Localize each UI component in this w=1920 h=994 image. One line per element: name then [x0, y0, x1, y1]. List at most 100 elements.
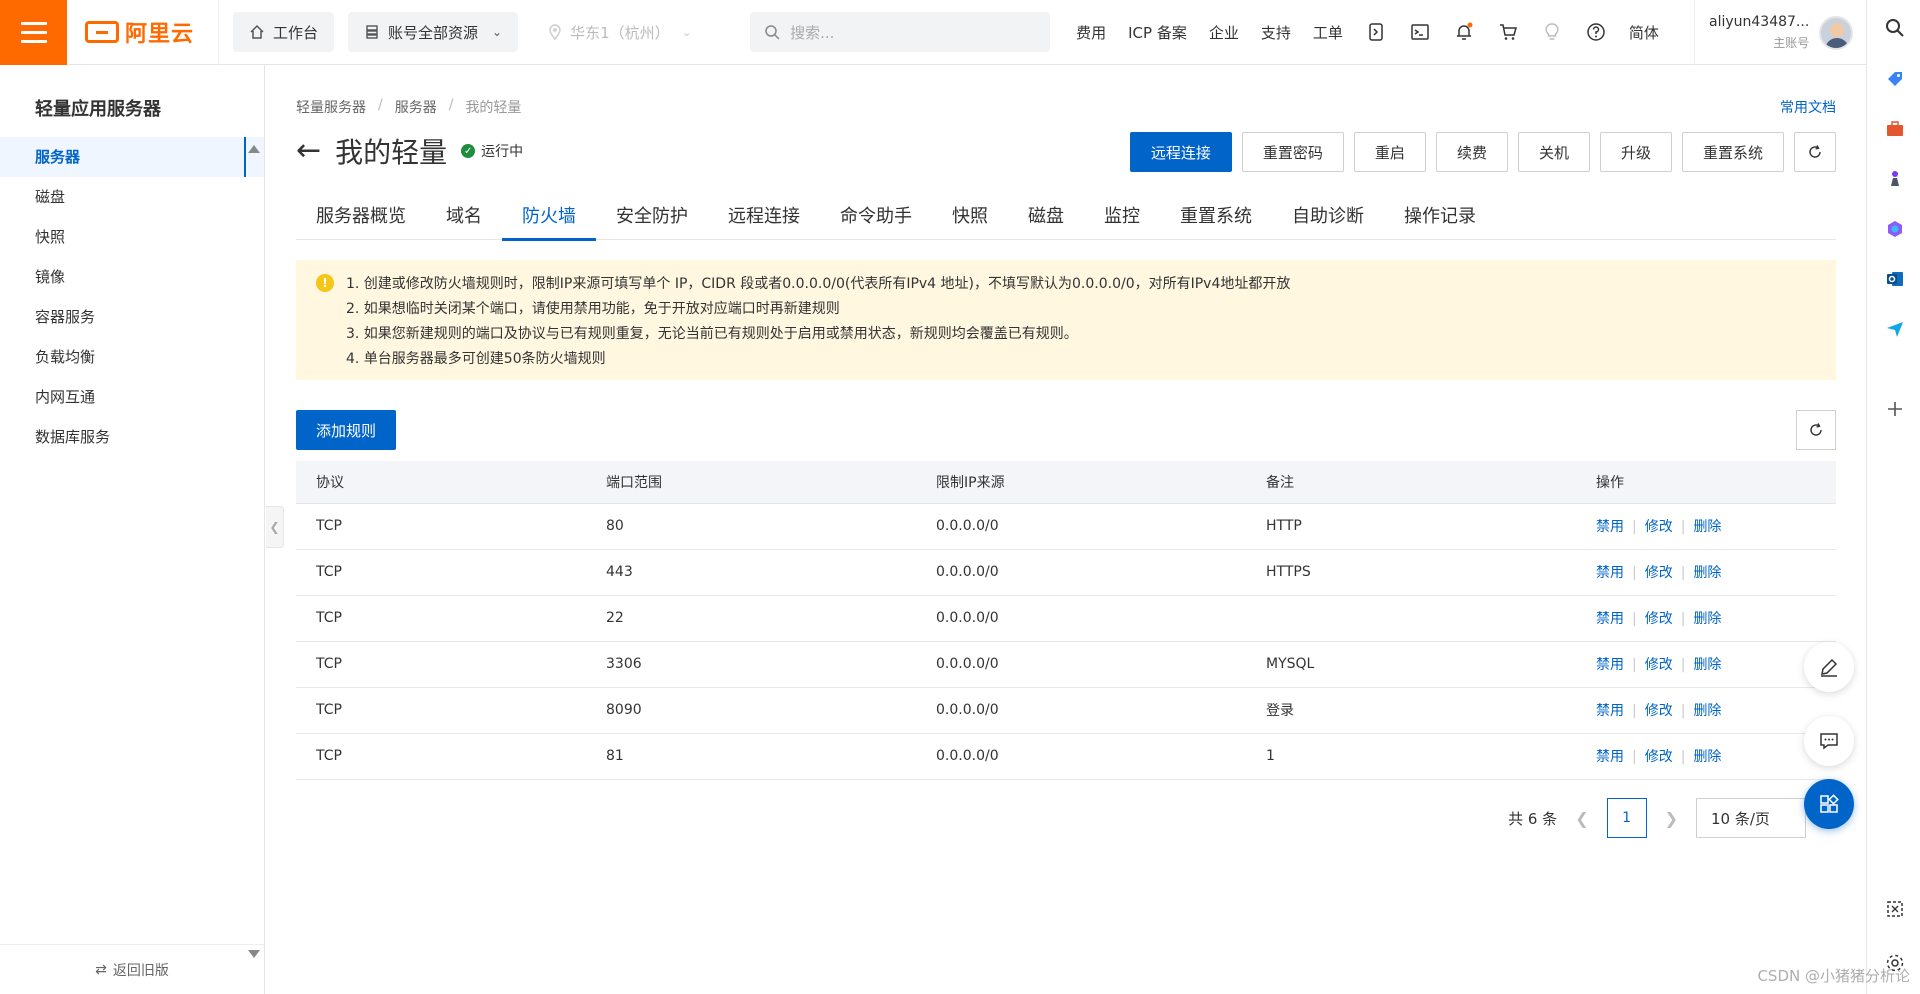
chevron-down-icon: ⌄	[681, 25, 692, 39]
aliyun-logo[interactable]: 阿里云	[67, 0, 220, 65]
tab-operation-log[interactable]: 操作记录	[1384, 195, 1496, 240]
help-icon[interactable]	[1585, 21, 1607, 43]
screenshot-icon[interactable]	[1884, 898, 1906, 920]
sidebar-item-servers[interactable]: 服务器	[0, 137, 264, 177]
delete-link[interactable]: 删除	[1693, 703, 1721, 719]
sidebar-item-database[interactable]: 数据库服务	[0, 417, 264, 457]
link-ticket[interactable]: 工单	[1313, 22, 1343, 43]
link-billing[interactable]: 费用	[1076, 22, 1106, 43]
link-support[interactable]: 支持	[1261, 22, 1291, 43]
delete-link[interactable]: 删除	[1693, 611, 1721, 627]
tab-domain[interactable]: 域名	[426, 195, 502, 240]
add-rule-button[interactable]: 添加规则	[296, 410, 397, 450]
table-refresh-button[interactable]	[1796, 410, 1836, 450]
cart-icon[interactable]	[1497, 21, 1519, 43]
upgrade-button[interactable]: 升级	[1599, 132, 1672, 172]
chess-icon[interactable]	[1884, 168, 1906, 190]
copilot-icon[interactable]	[1884, 218, 1906, 240]
apps-button[interactable]	[1804, 779, 1854, 829]
lightbulb-icon[interactable]	[1541, 21, 1563, 43]
edit-link[interactable]: 修改	[1645, 749, 1673, 765]
sidebar-item-load-balancer[interactable]: 负载均衡	[0, 337, 264, 377]
edit-feedback-button[interactable]	[1804, 642, 1854, 692]
refresh-button[interactable]	[1794, 132, 1836, 172]
page-number-button[interactable]: 1	[1606, 798, 1647, 838]
tab-overview[interactable]: 服务器概览	[296, 195, 426, 240]
delete-link[interactable]: 删除	[1693, 519, 1721, 535]
disable-link[interactable]: 禁用	[1596, 703, 1624, 719]
workbench-button[interactable]: 工作台	[233, 12, 335, 52]
tab-reset-system[interactable]: 重置系统	[1160, 195, 1272, 240]
tab-firewall[interactable]: 防火墙	[502, 195, 596, 241]
search-icon	[765, 25, 780, 40]
link-icp[interactable]: ICP 备案	[1128, 22, 1187, 43]
status-badge: ✓ 运行中	[461, 141, 523, 161]
delete-link[interactable]: 删除	[1693, 749, 1721, 765]
bell-icon[interactable]	[1453, 21, 1475, 43]
edit-link[interactable]: 修改	[1645, 611, 1673, 627]
tab-monitor[interactable]: 监控	[1084, 195, 1160, 240]
tab-snapshot[interactable]: 快照	[932, 195, 1008, 240]
delete-link[interactable]: 删除	[1693, 657, 1721, 673]
prev-page-icon[interactable]: ❮	[1575, 809, 1588, 828]
disable-link[interactable]: 禁用	[1596, 657, 1624, 673]
edit-link[interactable]: 修改	[1645, 657, 1673, 673]
chat-button[interactable]	[1804, 716, 1854, 766]
docs-link[interactable]: 常用文档	[1780, 97, 1836, 117]
return-old-version-button[interactable]: ⇄ 返回旧版	[0, 944, 264, 994]
remote-connect-button[interactable]: 远程连接	[1129, 132, 1232, 172]
plus-icon[interactable]	[1884, 398, 1906, 420]
sidebar-collapse-toggle[interactable]: ❮	[266, 506, 284, 548]
toolbox-icon[interactable]	[1884, 118, 1906, 140]
api-icon[interactable]	[1365, 21, 1387, 43]
table-row: TCP 3306 0.0.0.0/0 MYSQL 禁用 | 修改 | 删除	[296, 641, 1836, 688]
tag-icon[interactable]	[1884, 68, 1906, 90]
reset-password-button[interactable]: 重置密码	[1241, 132, 1344, 172]
disable-link[interactable]: 禁用	[1596, 519, 1624, 535]
edit-link[interactable]: 修改	[1645, 519, 1673, 535]
breadcrumb-item[interactable]: 服务器	[395, 97, 437, 117]
user-name: aliyun43487...	[1709, 14, 1810, 30]
hamburger-menu-button[interactable]	[0, 0, 67, 65]
tab-self-diagnosis[interactable]: 自助诊断	[1272, 195, 1384, 240]
region-selector[interactable]: 华东1（杭州） ⌄	[532, 12, 732, 52]
restart-button[interactable]: 重启	[1353, 132, 1426, 172]
search-icon[interactable]	[1884, 17, 1906, 39]
breadcrumb-item[interactable]: 轻量服务器	[296, 97, 366, 117]
sidebar-item-intranet[interactable]: 内网互通	[0, 377, 264, 417]
delete-link[interactable]: 删除	[1693, 565, 1721, 581]
outlook-icon[interactable]	[1884, 268, 1906, 290]
disable-link[interactable]: 禁用	[1596, 749, 1624, 765]
table-row: TCP 81 0.0.0.0/0 1 禁用 | 修改 | 删除	[296, 733, 1836, 780]
page-size-select[interactable]: 10 条/页	[1696, 798, 1806, 838]
global-search-input[interactable]: 搜索...	[750, 12, 1051, 52]
renew-button[interactable]: 续费	[1435, 132, 1508, 172]
edit-link[interactable]: 修改	[1645, 565, 1673, 581]
disable-link[interactable]: 禁用	[1596, 565, 1624, 581]
terminal-icon[interactable]	[1409, 21, 1431, 43]
next-page-icon[interactable]: ❯	[1665, 809, 1678, 828]
language-switch[interactable]: 简体	[1629, 22, 1659, 43]
shutdown-button[interactable]: 关机	[1517, 132, 1590, 172]
tab-command-assistant[interactable]: 命令助手	[820, 195, 932, 240]
resource-scope-dropdown[interactable]: 账号全部资源 ⌄	[348, 12, 519, 52]
sidebar-item-containers[interactable]: 容器服务	[0, 297, 264, 337]
back-arrow-icon[interactable]: ←	[296, 136, 321, 166]
tab-security[interactable]: 安全防护	[596, 195, 708, 240]
sidebar-item-disks[interactable]: 磁盘	[0, 177, 264, 217]
logo-text: 阿里云	[125, 22, 195, 47]
send-icon[interactable]	[1884, 318, 1906, 340]
user-menu[interactable]: aliyun43487... 主账号	[1694, 0, 1866, 65]
link-enterprise[interactable]: 企业	[1209, 22, 1239, 43]
avatar[interactable]	[1819, 15, 1854, 50]
edit-link[interactable]: 修改	[1645, 703, 1673, 719]
sidebar-item-snapshots[interactable]: 快照	[0, 217, 264, 257]
tab-remote-connect[interactable]: 远程连接	[708, 195, 820, 240]
disable-link[interactable]: 禁用	[1596, 611, 1624, 627]
tab-disk[interactable]: 磁盘	[1008, 195, 1084, 240]
top-navbar: 阿里云 工作台 账号全部资源 ⌄ 华东1（杭州） ⌄ 搜索... 费用 ICP …	[0, 0, 1866, 65]
scroll-up-arrow-icon[interactable]	[248, 145, 260, 153]
reset-system-button[interactable]: 重置系统	[1681, 132, 1784, 172]
sidebar-item-images[interactable]: 镜像	[0, 257, 264, 297]
page-title: 我的轻量	[335, 136, 448, 169]
